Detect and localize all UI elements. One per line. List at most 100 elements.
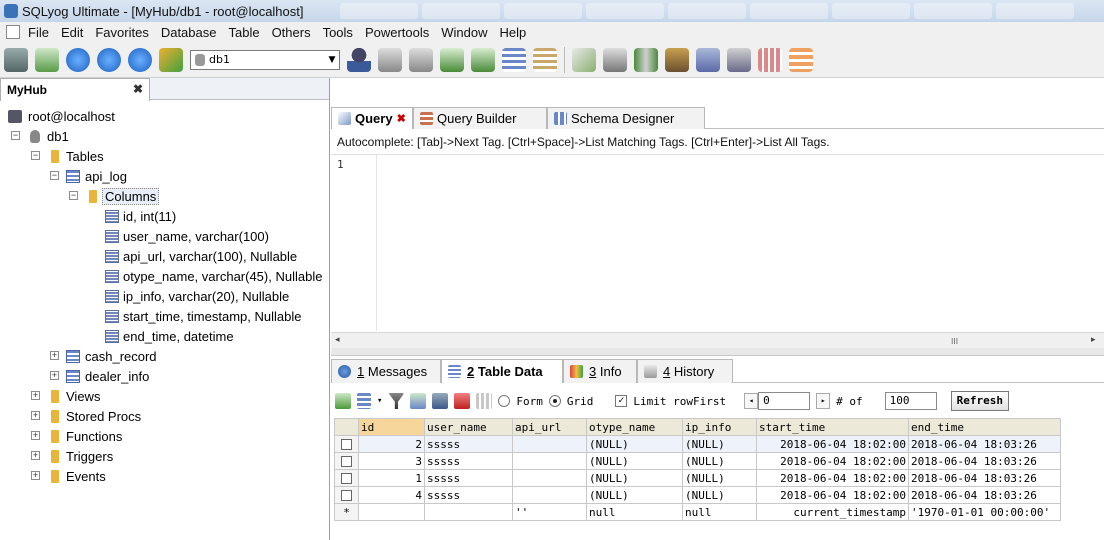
tree-node-functions[interactable]: + Functions <box>0 426 330 446</box>
new-row[interactable]: * '' null null current_timestamp '1970-0… <box>334 503 1061 521</box>
expand-icon[interactable]: + <box>50 371 59 380</box>
tab-info[interactable]: 3 Info <box>563 359 637 383</box>
tree-node-column[interactable]: api_url, varchar(100), Nullable <box>0 246 330 266</box>
execute-query-icon[interactable] <box>66 47 90 72</box>
grid-cell[interactable] <box>358 503 425 521</box>
menu-edit[interactable]: Edit <box>55 25 89 40</box>
delete-icon[interactable] <box>454 393 471 409</box>
tab-messages[interactable]: 1 Messages <box>331 359 441 383</box>
menu-others[interactable]: Others <box>266 25 317 40</box>
grid-cell[interactable]: (NULL) <box>586 435 683 453</box>
row-checkbox-cell[interactable] <box>334 452 359 470</box>
table-row[interactable]: 1 sssss (NULL) (NULL) 2018-06-04 18:02:0… <box>334 469 1061 487</box>
refresh-grid-icon[interactable] <box>410 393 427 409</box>
grid-cell[interactable]: (NULL) <box>586 469 683 487</box>
grid-cell[interactable]: '' <box>512 503 587 521</box>
restore-db-icon[interactable] <box>409 47 433 72</box>
tab-table-data[interactable]: 2 Table Data <box>441 359 563 383</box>
column-header[interactable]: end_time <box>908 418 1061 436</box>
grid-cell[interactable]: (NULL) <box>682 469 757 487</box>
grid-cell[interactable]: (NULL) <box>682 435 757 453</box>
scroll-left-icon[interactable]: ◂ <box>335 335 340 345</box>
collapse-icon[interactable]: − <box>69 191 78 200</box>
tree-node-events[interactable]: + Events <box>0 466 330 486</box>
grid-view-radio[interactable] <box>548 395 561 407</box>
tree-node-stored-procs[interactable]: + Stored Procs <box>0 406 330 426</box>
table-data-icon[interactable] <box>502 47 526 72</box>
collapse-icon[interactable]: − <box>11 131 20 140</box>
tree-node-table-cash-record[interactable]: + cash_record <box>0 346 330 366</box>
grid-cell[interactable]: sssss <box>424 452 513 470</box>
expand-icon[interactable]: + <box>31 391 40 400</box>
tree-node-column[interactable]: start_time, timestamp, Nullable <box>0 306 330 326</box>
tree-node-db[interactable]: − db1 <box>0 126 330 146</box>
grid-cell[interactable]: (NULL) <box>682 486 757 504</box>
scroll-thumb[interactable]: III <box>951 337 958 346</box>
insert-row-icon[interactable] <box>335 393 351 409</box>
grid-cell[interactable] <box>512 452 587 470</box>
tab-schema-designer[interactable]: Schema Designer <box>547 107 705 129</box>
menu-powertools[interactable]: Powertools <box>359 25 435 40</box>
grid-options-icon[interactable] <box>357 393 371 409</box>
filter-icon[interactable] <box>388 393 405 409</box>
grid-cell[interactable]: 1 <box>358 469 425 487</box>
new-connection-icon[interactable] <box>4 47 28 72</box>
row-checkbox[interactable] <box>341 456 352 467</box>
query-profiler-icon[interactable] <box>758 47 782 72</box>
data-sync-icon[interactable] <box>572 47 596 72</box>
row-count-input[interactable]: 100 <box>884 392 937 410</box>
form-view-radio[interactable] <box>498 395 511 407</box>
grid-cell[interactable]: sssss <box>424 486 513 504</box>
grid-cell[interactable] <box>512 435 587 453</box>
column-header[interactable]: ip_info <box>682 418 757 436</box>
tree-node-column[interactable]: otype_name, varchar(45), Nullable <box>0 266 330 286</box>
grid-cell[interactable]: null <box>682 503 757 521</box>
close-icon[interactable]: ✖ <box>397 112 406 125</box>
tree-node-column[interactable]: end_time, datetime <box>0 326 330 346</box>
expand-icon[interactable]: + <box>31 451 40 460</box>
collapse-icon[interactable]: − <box>31 151 40 160</box>
column-header[interactable]: user_name <box>424 418 513 436</box>
grid-cell[interactable] <box>512 469 587 487</box>
grid-cell[interactable]: 2 <box>358 435 425 453</box>
menu-table[interactable]: Table <box>222 25 265 40</box>
tree-node-column[interactable]: ip_info, varchar(20), Nullable <box>0 286 330 306</box>
row-checkbox[interactable] <box>341 473 352 484</box>
table-row[interactable]: 2 sssss (NULL) (NULL) 2018-06-04 18:02:0… <box>334 435 1061 453</box>
first-row-input[interactable]: 0 <box>758 392 811 410</box>
tree-node-columns[interactable]: − Columns <box>0 186 330 206</box>
tree-node-table-api-log[interactable]: − api_log <box>0 166 330 186</box>
migration-icon[interactable] <box>665 47 689 72</box>
column-header[interactable]: id <box>358 418 425 436</box>
grid-cell[interactable]: 2018-06-04 18:03:26 <box>908 486 1061 504</box>
row-checkbox[interactable] <box>341 490 352 501</box>
export-grid-icon[interactable] <box>476 393 493 409</box>
menu-tools[interactable]: Tools <box>317 25 359 40</box>
tree-node-column[interactable]: id, int(11) <box>0 206 330 226</box>
execute-edit-icon[interactable] <box>128 47 152 72</box>
row-checkbox-cell[interactable] <box>334 469 359 487</box>
grid-cell[interactable]: (NULL) <box>586 452 683 470</box>
new-query-icon[interactable] <box>35 47 59 72</box>
user-manager-icon[interactable] <box>347 47 371 72</box>
menu-favorites[interactable]: Favorites <box>89 25 154 40</box>
expand-icon[interactable]: + <box>31 471 40 480</box>
connection-tab[interactable]: MyHub ✖ <box>0 78 150 101</box>
chevron-down-icon[interactable]: ▾ <box>377 396 382 406</box>
grid-cell[interactable]: 2018-06-04 18:02:00 <box>756 452 909 470</box>
grid-cell[interactable]: 4 <box>358 486 425 504</box>
grid-cell[interactable]: sssss <box>424 435 513 453</box>
menu-database[interactable]: Database <box>155 25 223 40</box>
grid-cell[interactable]: 2018-06-04 18:02:00 <box>756 486 909 504</box>
limit-checkbox[interactable]: ✓ <box>615 395 628 407</box>
tab-history[interactable]: 4 History <box>637 359 733 383</box>
editor-horizontal-scrollbar[interactable]: ◂ III ▸ <box>331 332 1104 348</box>
expand-icon[interactable]: + <box>50 351 59 360</box>
grid-cell[interactable]: sssss <box>424 469 513 487</box>
row-checkbox-cell[interactable] <box>334 486 359 504</box>
sql-editor[interactable]: 1 <box>331 154 1104 331</box>
grid-cell[interactable]: (NULL) <box>586 486 683 504</box>
menu-window[interactable]: Window <box>435 25 493 40</box>
column-header[interactable]: otype_name <box>586 418 683 436</box>
column-header[interactable]: start_time <box>756 418 909 436</box>
